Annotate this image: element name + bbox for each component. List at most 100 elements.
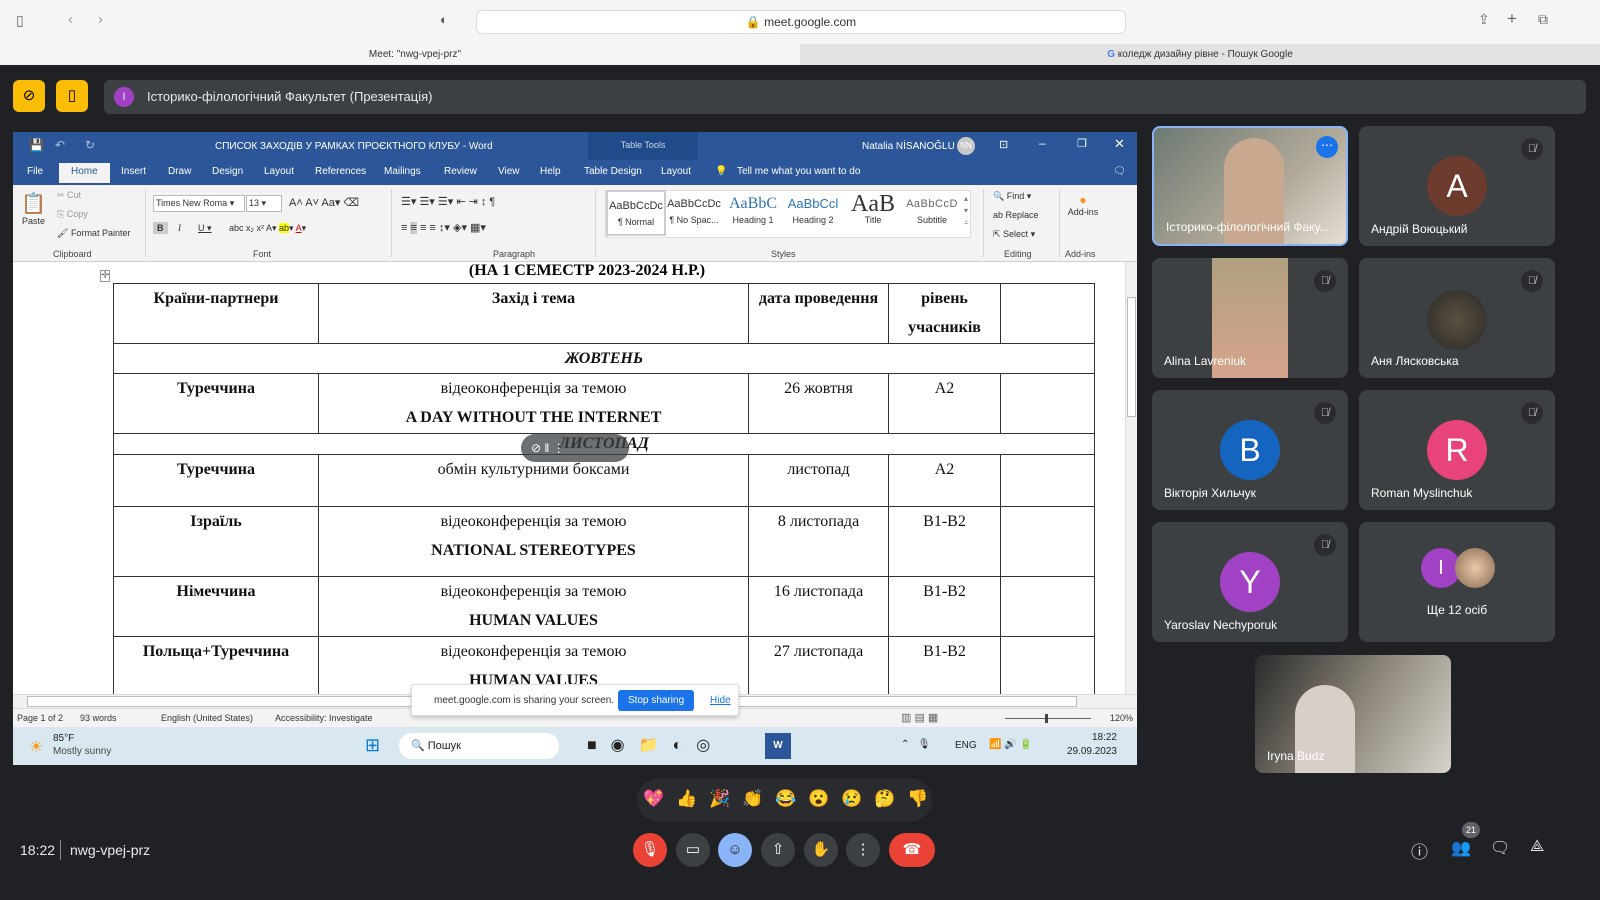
more-options-button[interactable]: ⋮ [846, 833, 880, 867]
copy-button[interactable]: ⎘ Copy [57, 209, 88, 220]
cut-button[interactable]: ✂ Cut [57, 190, 81, 201]
back-icon[interactable]: ‹ [68, 11, 73, 28]
participant-tile[interactable]: ⋯ Історико-філологічний Факу... [1152, 126, 1348, 246]
page-count[interactable]: Page 1 of 2 [17, 713, 63, 723]
style-title[interactable]: AaB Title [843, 193, 903, 225]
reactions-button[interactable]: ☺ [718, 833, 752, 867]
new-tab-icon[interactable]: + [1507, 9, 1517, 29]
reaction-thinking[interactable]: 🤔 [874, 789, 895, 809]
find-button[interactable]: 🔍 Find ▾ [993, 191, 1031, 202]
reaction-clap[interactable]: 👏 [742, 789, 763, 809]
reaction-laugh[interactable]: 😂 [775, 789, 796, 809]
tab-view[interactable]: View [498, 166, 520, 177]
network-sound-battery-icons[interactable]: 📶 🔊 🔋 [989, 739, 1032, 750]
font-grow-icon[interactable]: A˄ A˅ Aa▾ ⌫ [289, 196, 359, 209]
zoom-level[interactable]: 120% [1110, 713, 1133, 723]
document-area[interactable]: (НА 1 СЕМЕСТР 2023-2024 Н.Р.) ✛ Країни-п… [13, 262, 1125, 697]
font-name-select[interactable]: Times New Roma ▾ [153, 195, 245, 212]
shield-icon[interactable]: ◐ [440, 12, 448, 27]
tab-file[interactable]: File [27, 166, 43, 177]
share-icon[interactable]: ⇪ [1478, 11, 1490, 28]
start-icon[interactable]: ⊞ [365, 735, 380, 756]
leave-call-button[interactable]: ☎ [889, 833, 935, 867]
hide-button[interactable]: Hide [710, 695, 731, 706]
raise-hand-button[interactable]: ✋ [804, 833, 838, 867]
people-icon[interactable]: 👥 [1451, 838, 1471, 858]
tab-table-design[interactable]: Table Design [584, 166, 642, 177]
clock-date[interactable]: 29.09.2023 [1057, 746, 1117, 757]
zoom-slider[interactable] [1005, 714, 1091, 723]
style-heading-1[interactable]: AaBbC Heading 1 [723, 193, 783, 225]
replace-button[interactable]: ab Replace [993, 210, 1039, 220]
tab-insert[interactable]: Insert [121, 166, 146, 177]
tab-references[interactable]: References [315, 166, 366, 177]
tab-home[interactable]: Home [59, 163, 110, 183]
vertical-scrollbar[interactable] [1125, 262, 1137, 694]
restore-icon[interactable]: ❐ [1077, 137, 1087, 150]
paste-button[interactable]: 📋 Paste [21, 191, 46, 226]
view-mode-icons[interactable]: ▥ ▤ ▦ [901, 711, 938, 724]
language-status[interactable]: English (United States) [161, 713, 253, 723]
reaction-sad[interactable]: 😢 [841, 789, 862, 809]
stop-sharing-button[interactable]: Stop sharing [618, 690, 695, 711]
save-icon[interactable]: 💾 [29, 138, 44, 152]
font-size-select[interactable]: 13 ▾ [246, 195, 282, 212]
taskbar-search[interactable]: 🔍 Пошук [399, 733, 559, 759]
table-move-handle[interactable]: ✛ [100, 270, 111, 282]
presentation-hide-button[interactable]: ⊘ [13, 80, 45, 112]
self-view-tile[interactable]: Iryna Budz [1255, 655, 1451, 773]
presenting-controls[interactable]: ⊘ ‖ ⋮ [521, 434, 629, 462]
clock-time[interactable]: 18:22 [1077, 732, 1117, 743]
style-subtitle[interactable]: AaBbCcD Subtitle [902, 193, 962, 225]
meeting-info-icon[interactable]: ⓘ [1411, 838, 1428, 863]
present-button[interactable]: ⇧ [761, 833, 795, 867]
underline-button[interactable]: U ▾ [198, 223, 212, 234]
tab-design[interactable]: Design [212, 166, 243, 177]
mic-toggle-button[interactable]: 🎙 [633, 833, 667, 867]
forward-icon[interactable]: › [98, 11, 103, 28]
ribbon-display-icon[interactable]: ⊡ [999, 138, 1008, 151]
participant-tile[interactable]: 🎙̸ Аня Лясковська [1359, 258, 1555, 378]
participant-tile[interactable]: 🎙̸ Alina Lavreniuk [1152, 258, 1348, 378]
reaction-surprised[interactable]: 😮 [808, 789, 829, 809]
user-avatar[interactable]: NN [957, 137, 975, 155]
more-participants-tile[interactable]: I Ще 12 осіб [1359, 522, 1555, 642]
camera-toggle-button[interactable]: ▭ [676, 833, 710, 867]
tab-google-search[interactable]: G коледж дизайну рівне - Пошук Google [800, 44, 1600, 65]
tell-me-search[interactable]: Tell me what you want to do [737, 166, 860, 177]
styles-scroll[interactable]: ▴ ▾ ⩡ [964, 193, 969, 229]
tab-meet[interactable]: Meet: "nwg-vpej-prz" [30, 44, 800, 65]
minimize-icon[interactable]: – [1039, 136, 1046, 150]
participant-tile[interactable]: R 🎙̸ Roman Myslinchuk [1359, 390, 1555, 510]
participant-tile[interactable]: Y 🎙̸ Yaroslav Nechyporuk [1152, 522, 1348, 642]
undo-icon[interactable]: ↶ [55, 138, 65, 152]
reaction-thumbs-down[interactable]: 👎 [907, 789, 928, 809]
comments-icon[interactable]: 🗨 [1113, 166, 1126, 177]
accessibility-status[interactable]: Accessibility: Investigate [275, 713, 373, 723]
tab-mailings[interactable]: Mailings [384, 166, 421, 177]
participant-tile[interactable]: B 🎙̸ Вікторія Хильчук [1152, 390, 1348, 510]
style-heading-2[interactable]: AaBbCcl Heading 2 [783, 193, 843, 225]
reaction-heart[interactable]: 💖 [643, 789, 664, 809]
presentation-layout-button[interactable]: ▯ [56, 80, 88, 112]
language-indicator[interactable]: ENG [955, 740, 977, 751]
align-icons[interactable]: ≡ ≡ ≡ ≡ ↕▾ ◈▾ ▦▾ [401, 221, 486, 234]
word-count[interactable]: 93 words [80, 713, 117, 723]
reaction-party[interactable]: 🎉 [709, 789, 730, 809]
style-normal[interactable]: AaBbCcDc ¶ Normal [606, 190, 666, 236]
tab-review[interactable]: Review [444, 166, 477, 177]
more-options-icon[interactable]: ⋯ [1316, 136, 1338, 158]
redo-icon[interactable]: ↻ [85, 138, 95, 152]
bold-button[interactable]: B [153, 222, 168, 234]
tab-layout[interactable]: Layout [264, 166, 294, 177]
add-ins-button[interactable]: ● Add-ins [1065, 193, 1101, 217]
italic-button[interactable]: I [178, 223, 181, 233]
close-icon[interactable]: ✕ [1114, 136, 1125, 152]
list-icons[interactable]: ☰▾ ☰▾ ☰▾ ⇤ ⇥ ↕ ¶ [401, 195, 495, 208]
font-effects-icons[interactable]: abc x₂ x² A▾ ab▾ A▾ [229, 223, 306, 234]
tab-table-layout[interactable]: Layout [661, 166, 691, 177]
chat-icon[interactable]: 🗨 [1490, 838, 1510, 858]
activities-icon[interactable]: ⟁ [1530, 838, 1544, 856]
tabs-overview-icon[interactable]: ⧉ [1538, 11, 1548, 28]
url-bar[interactable]: 🔒 meet.google.com [476, 10, 1126, 34]
